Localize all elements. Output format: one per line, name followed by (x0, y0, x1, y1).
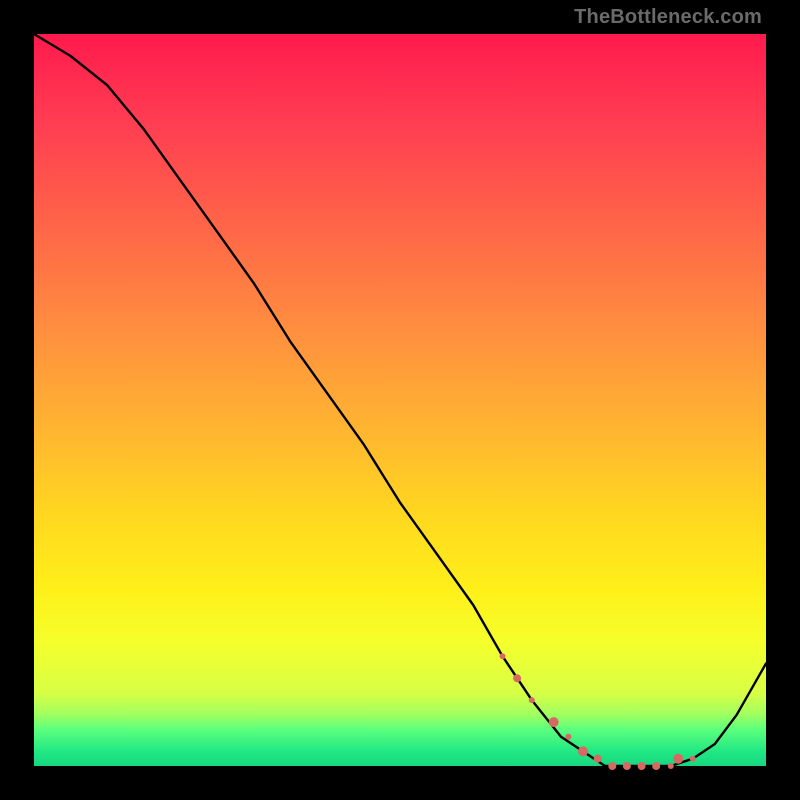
curve-marker (513, 674, 521, 682)
curve-marker (690, 756, 696, 762)
curve-marker (565, 734, 571, 740)
curve-marker (500, 653, 506, 659)
curve-marker (652, 762, 660, 770)
curve-marker (608, 762, 616, 770)
curve-marker (623, 762, 631, 770)
curve-marker (529, 697, 535, 703)
chart-frame: TheBottleneck.com (0, 0, 800, 800)
curve-marker (594, 755, 602, 763)
plot-area (34, 34, 766, 766)
bottleneck-curve (34, 34, 766, 766)
watermark-text: TheBottleneck.com (574, 6, 762, 29)
curve-marker (578, 746, 588, 756)
curve-marker (549, 717, 559, 727)
curve-marker (638, 762, 646, 770)
curve-marker (673, 754, 683, 764)
curve-marker (668, 763, 674, 769)
